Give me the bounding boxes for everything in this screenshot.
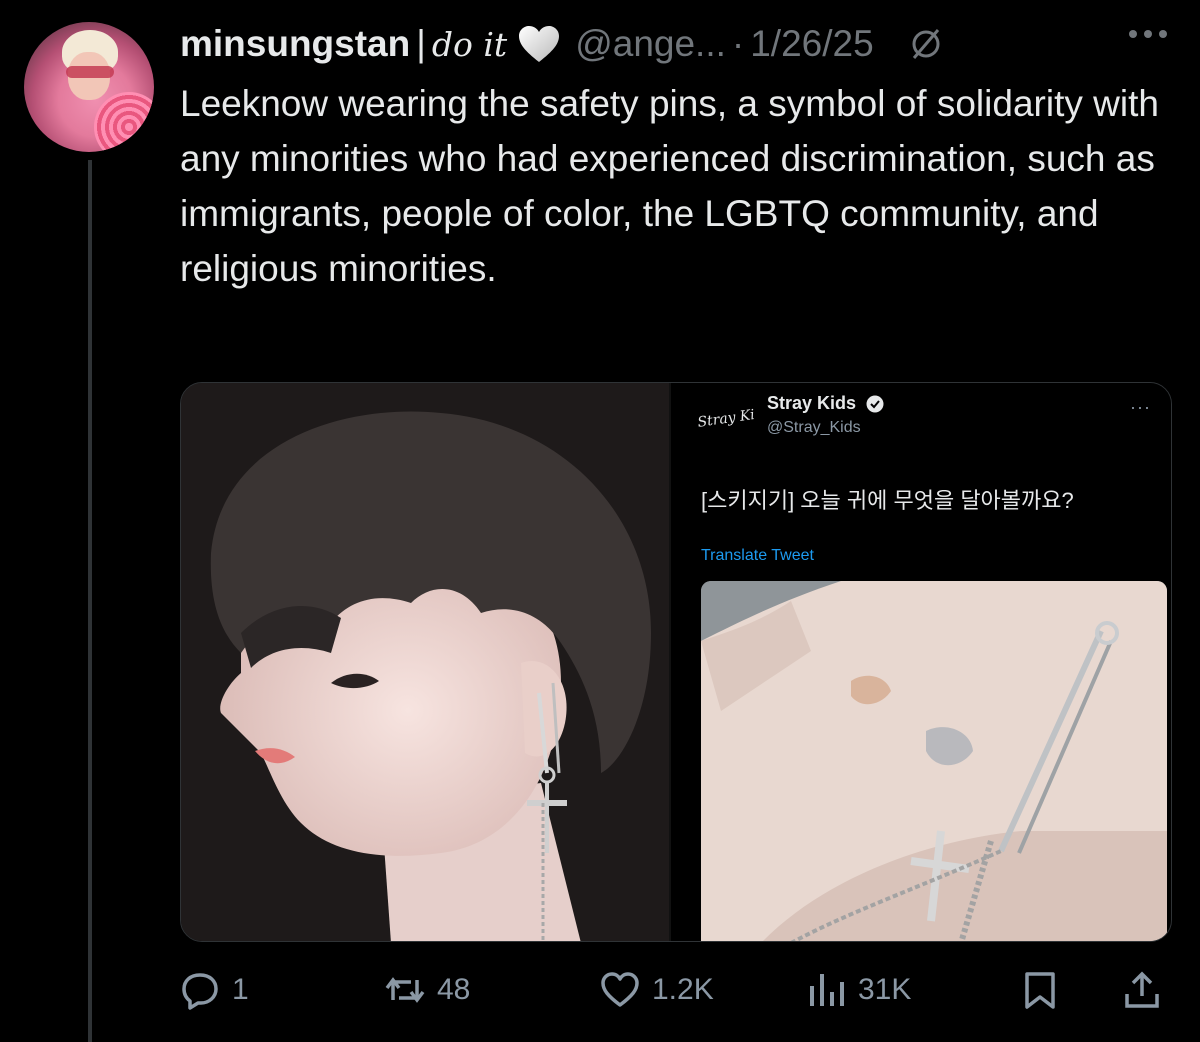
name-separator: |	[416, 23, 426, 64]
dot-separator: ·	[731, 23, 745, 64]
embedded-more-icon[interactable]: ···	[1130, 397, 1151, 418]
views-button[interactable]: 31K	[806, 962, 911, 1018]
thread-line	[88, 160, 92, 1042]
action-bar: 1 48 1.2K 31K	[180, 962, 1170, 1018]
avatar-fluff	[94, 92, 154, 152]
embedded-display-name[interactable]: Stray Kids	[767, 393, 856, 414]
views-chart-icon	[810, 974, 844, 1006]
media-grid[interactable]: Stray Kids Stray Kids @Stray_Kids ··· [스…	[180, 382, 1172, 942]
embedded-tweet-text: [스키지기] 오늘 귀에 무엇을 달아볼까요?	[701, 488, 1074, 513]
reply-icon	[182, 973, 218, 1010]
embedded-tweet[interactable]: Stray Kids Stray Kids @Stray_Kids ··· [스…	[671, 383, 1171, 941]
like-heart-icon	[601, 972, 639, 1007]
embedded-handle[interactable]: @Stray_Kids	[767, 419, 861, 437]
verified-badge-icon	[866, 395, 884, 413]
hand-illustration	[701, 581, 1167, 941]
retweet-button[interactable]: 48	[385, 962, 470, 1018]
hand-with-earrings-photo[interactable]	[701, 581, 1167, 941]
avatar-glasses	[66, 66, 114, 78]
share-button[interactable]	[1122, 962, 1174, 1018]
grok-icon[interactable]	[908, 26, 944, 62]
reply-count: 1	[232, 973, 249, 1006]
share-icon	[1125, 971, 1159, 1008]
like-count: 1.2K	[652, 973, 714, 1006]
svg-text:Stray Kids: Stray Kids	[697, 405, 755, 431]
handle[interactable]: @ange...	[575, 23, 726, 65]
avatar[interactable]	[24, 22, 154, 152]
reply-button[interactable]: 1	[180, 962, 249, 1018]
display-name-suffix[interactable]: do it	[432, 25, 507, 64]
retweet-count: 48	[437, 973, 471, 1006]
portrait-illustration	[181, 383, 669, 941]
more-icon[interactable]	[1126, 26, 1170, 42]
timestamp[interactable]: 1/26/25	[750, 23, 873, 65]
retweet-icon	[385, 977, 425, 1003]
like-button[interactable]: 1.2K	[600, 962, 714, 1018]
bookmark-button[interactable]	[1020, 962, 1072, 1018]
tweet-text: Leeknow wearing the safety pins, a symbo…	[180, 83, 1159, 289]
portrait-photo[interactable]	[181, 383, 669, 941]
bookmark-icon	[1025, 972, 1055, 1009]
views-count: 31K	[858, 973, 912, 1006]
white-heart-icon	[519, 26, 560, 62]
stray-kids-logo: Stray Kids	[697, 405, 755, 431]
tweet-header: minsungstan | do it @ange... · 1/26/25	[180, 14, 944, 74]
display-name[interactable]: minsungstan	[180, 23, 410, 65]
translate-tweet-link[interactable]: Translate Tweet	[701, 547, 814, 565]
